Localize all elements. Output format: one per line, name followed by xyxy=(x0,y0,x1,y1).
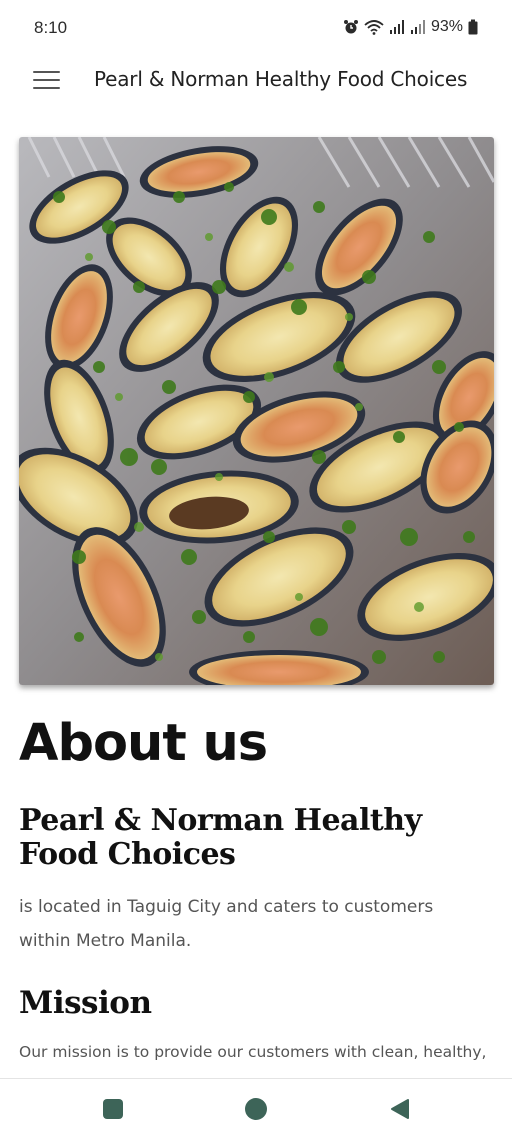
alarm-icon xyxy=(343,20,358,34)
status-time: 8:10 xyxy=(34,18,68,37)
signal-icon xyxy=(389,20,404,34)
app-bar: Pearl & Norman Healthy Food Choices xyxy=(0,56,512,104)
location-text: is located in Taguig City and caters to … xyxy=(19,897,434,951)
battery-icon xyxy=(468,19,478,35)
back-icon[interactable] xyxy=(388,1097,412,1121)
company-name: Pearl & Norman Healthy Food Choices xyxy=(19,803,422,872)
mussels-illustration xyxy=(19,137,494,685)
hero-image xyxy=(19,137,494,685)
hamburger-menu-icon[interactable] xyxy=(28,66,68,94)
mission-text: Our mission is to provide our customers … xyxy=(19,1043,487,1061)
system-nav-bar xyxy=(0,1078,512,1138)
recent-apps-icon[interactable] xyxy=(101,1097,125,1121)
home-icon[interactable] xyxy=(244,1097,268,1121)
status-icons: 93% xyxy=(343,18,478,36)
app-title: Pearl & Norman Healthy Food Choices xyxy=(94,67,468,91)
battery-percent: 93% xyxy=(430,18,463,35)
status-bar: 8:10 93% xyxy=(0,0,512,56)
wifi-icon xyxy=(364,20,384,35)
mission-title: Mission xyxy=(19,985,152,1021)
about-title: About us xyxy=(19,714,268,773)
signal-icon-2 xyxy=(410,20,425,34)
